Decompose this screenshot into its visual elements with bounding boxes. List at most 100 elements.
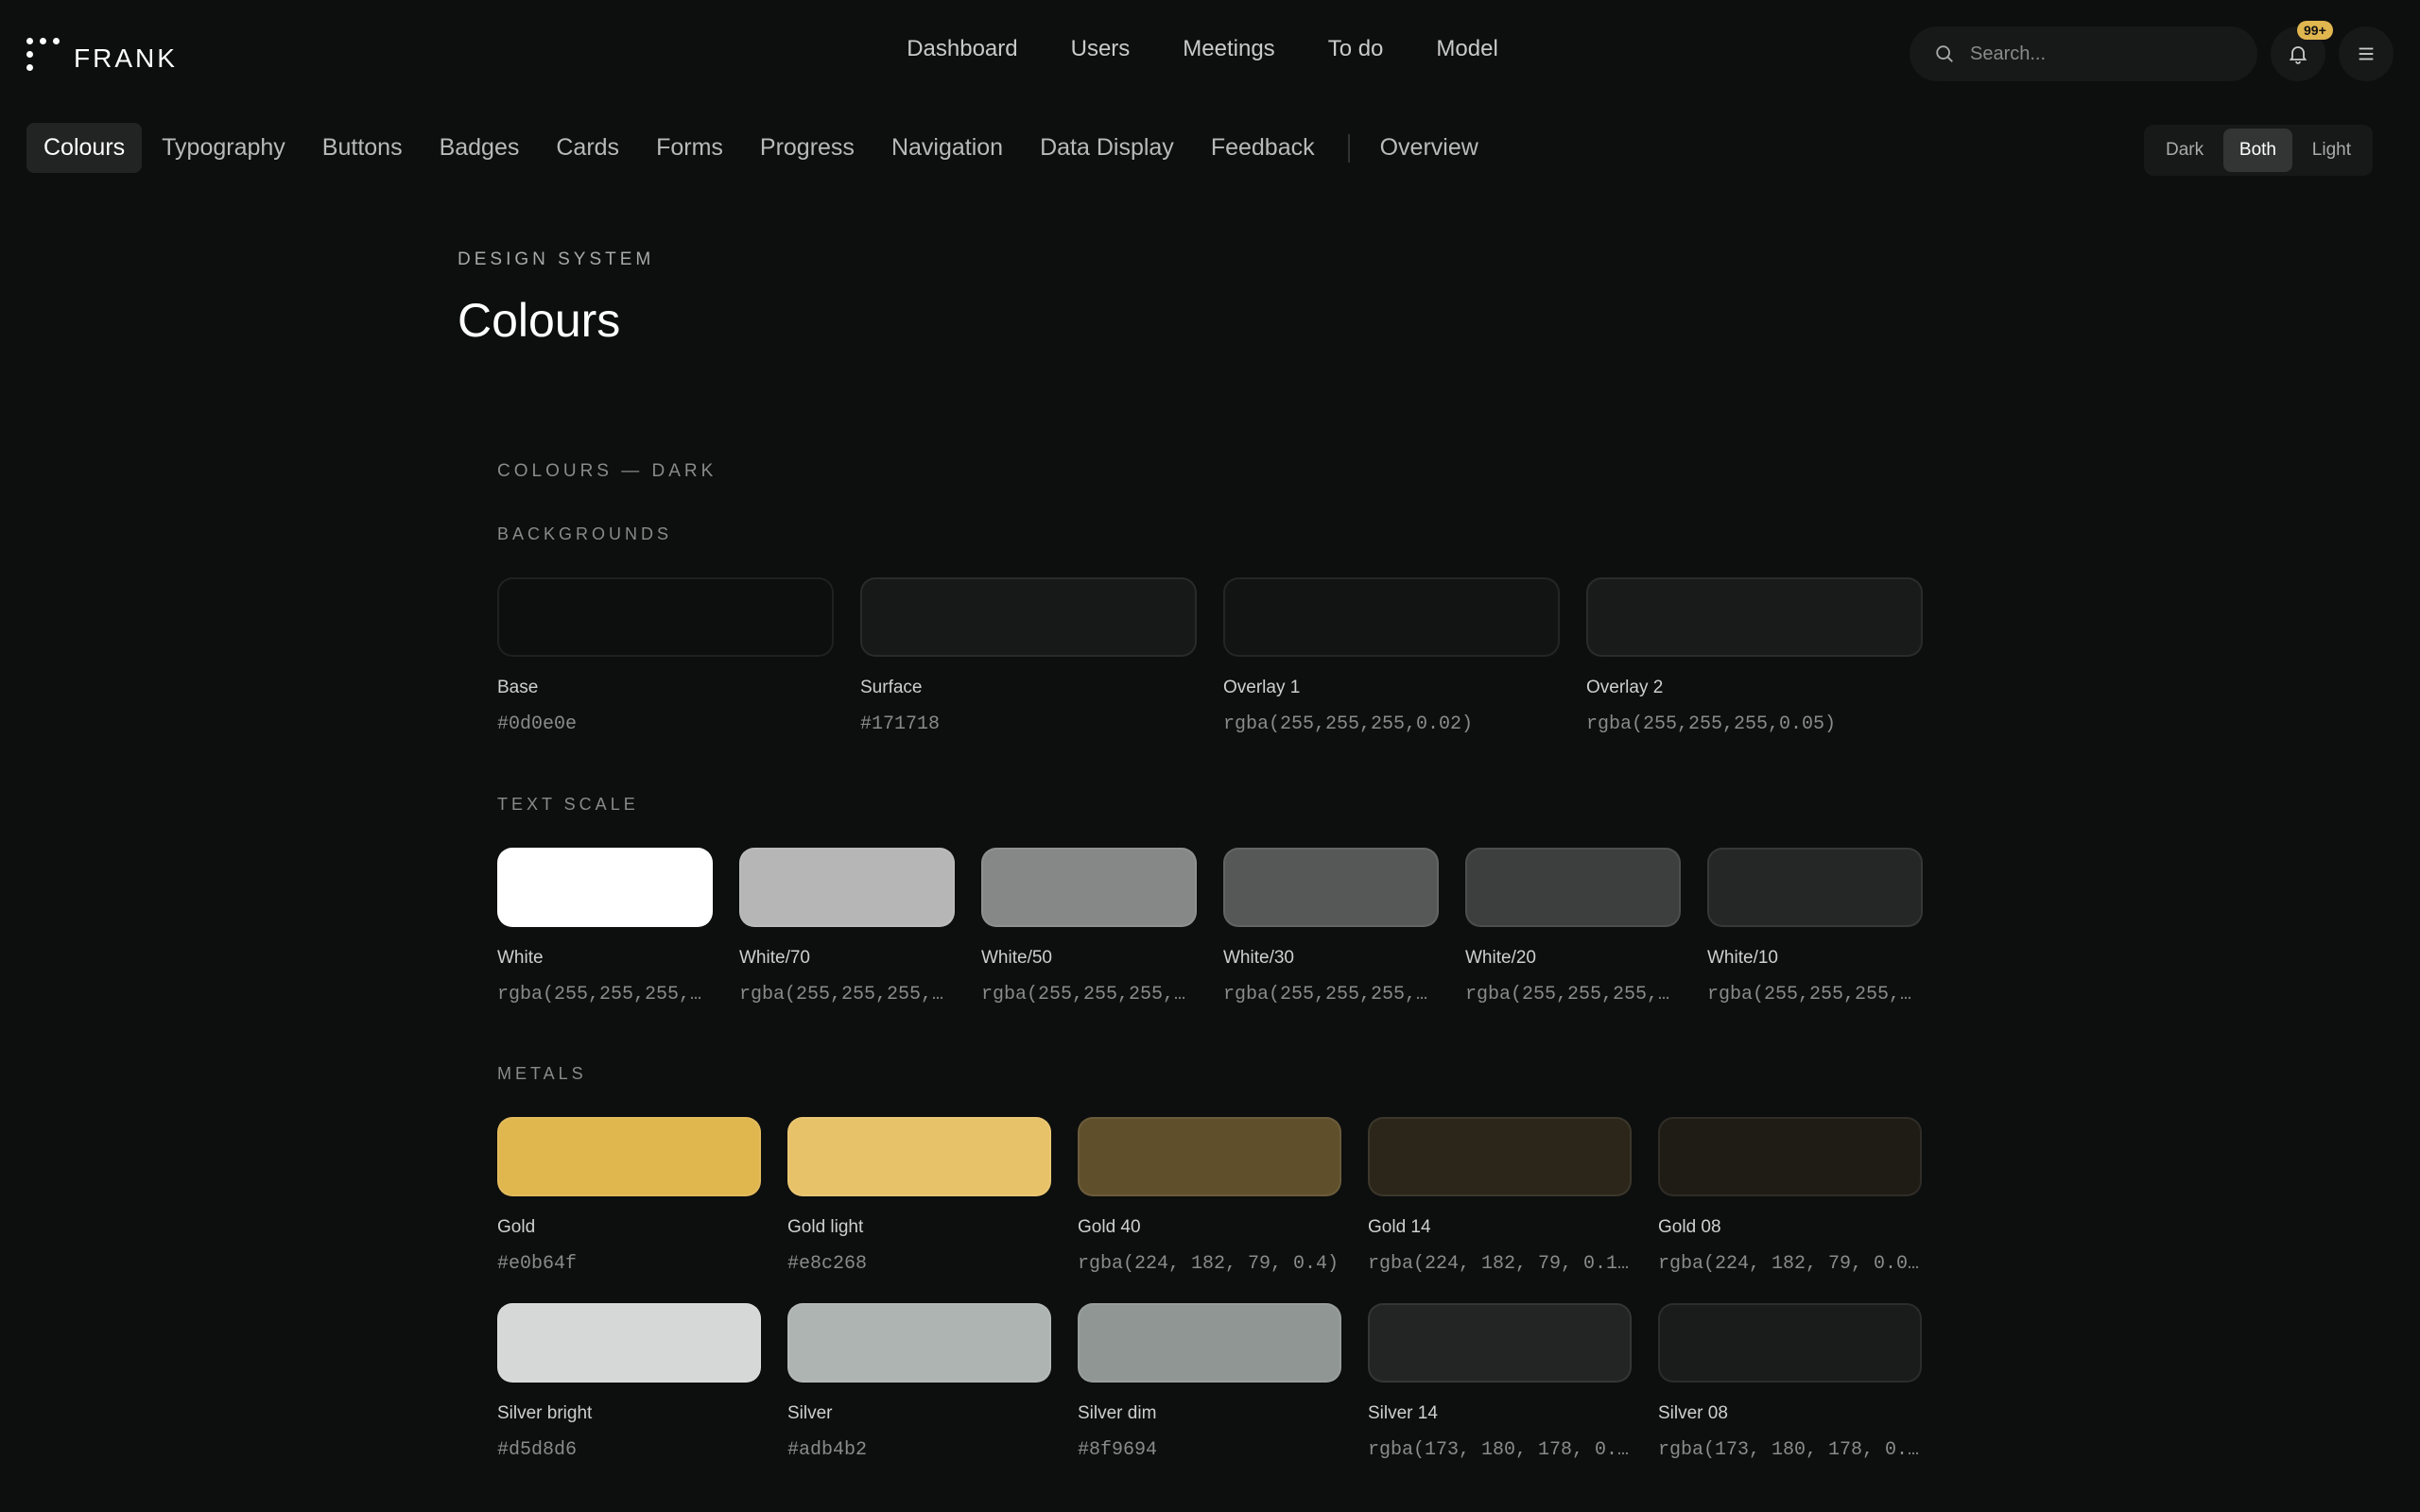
swatch-chip[interactable] xyxy=(1465,848,1681,927)
swatch-chip[interactable] xyxy=(1368,1117,1632,1196)
colour-swatch[interactable]: Silver 08 rgba(173, 180, 178, 0... xyxy=(1658,1303,1922,1461)
colour-swatch[interactable]: Gold light #e8c268 xyxy=(787,1117,1051,1275)
metals-gold-row: Gold #e0b64f Gold light #e8c268 Gold 40 rgba(… xyxy=(497,1117,1922,1275)
swatch-chip[interactable] xyxy=(1078,1117,1341,1196)
colour-swatch[interactable]: White/70 rgba(255,255,255,0... xyxy=(739,848,955,1005)
page-eyebrow: DESIGN SYSTEM xyxy=(458,249,655,269)
nav-model[interactable]: Model xyxy=(1436,36,1497,62)
tab-typography[interactable]: Typography xyxy=(145,123,302,173)
swatch-chip[interactable] xyxy=(1223,848,1439,927)
colour-swatch[interactable]: Overlay 1 rgba(255,255,255,0.02) xyxy=(1223,577,1560,735)
swatch-value: rgba(224, 182, 79, 0.1... xyxy=(1368,1253,1632,1275)
backgrounds-title: BACKGROUNDS xyxy=(497,524,673,543)
colour-swatch[interactable]: Silver #adb4b2 xyxy=(787,1303,1051,1461)
tab-forms[interactable]: Forms xyxy=(639,123,740,173)
theme-both-option[interactable]: Both xyxy=(2222,129,2292,172)
backgrounds-row: Base #0d0e0e Surface #171718 Overlay 1 rgba(2… xyxy=(497,577,1923,735)
swatch-chip[interactable] xyxy=(497,1303,761,1383)
colour-swatch[interactable]: Gold 40 rgba(224, 182, 79, 0.4) xyxy=(1078,1117,1341,1275)
swatch-chip[interactable] xyxy=(1368,1303,1632,1383)
swatch-chip[interactable] xyxy=(981,848,1197,927)
swatch-name: Silver dim xyxy=(1078,1403,1157,1423)
theme-toggle: Dark Both Light xyxy=(2144,125,2373,176)
swatch-value: #e0b64f xyxy=(497,1253,578,1275)
swatch-name: Silver 14 xyxy=(1368,1403,1438,1423)
swatch-name: White/10 xyxy=(1707,948,1778,968)
swatch-name: Gold 14 xyxy=(1368,1217,1431,1237)
nav-users[interactable]: Users xyxy=(1071,36,1131,62)
nav-meetings[interactable]: Meetings xyxy=(1183,36,1274,62)
swatch-chip[interactable] xyxy=(787,1117,1051,1196)
section-title: COLOURS — DARK xyxy=(497,461,717,481)
swatch-name: Gold 08 xyxy=(1658,1217,1721,1237)
colour-swatch[interactable]: White/20 rgba(255,255,255,0... xyxy=(1465,848,1681,1005)
swatch-chip[interactable] xyxy=(739,848,955,927)
notification-badge: 99+ xyxy=(2297,21,2333,40)
swatch-value: #0d0e0e xyxy=(497,713,578,735)
tab-badges[interactable]: Badges xyxy=(423,123,537,173)
swatch-chip[interactable] xyxy=(860,577,1197,657)
colour-swatch[interactable]: Gold #e0b64f xyxy=(497,1117,761,1275)
swatch-value: rgba(255,255,255,0... xyxy=(1223,984,1439,1005)
swatch-value: rgba(255,255,255,0.02) xyxy=(1223,713,1474,735)
tab-data-display[interactable]: Data Display xyxy=(1023,123,1191,173)
swatch-value: #171718 xyxy=(860,713,941,735)
subnav-divider xyxy=(1347,133,1350,163)
swatch-chip[interactable] xyxy=(1707,848,1923,927)
swatch-value: rgba(255,255,255,1... xyxy=(497,984,713,1005)
tab-cards[interactable]: Cards xyxy=(539,123,636,173)
swatch-name: Silver 08 xyxy=(1658,1403,1728,1423)
top-bar: FRANK Dashboard Users Meetings To do Mod… xyxy=(0,0,2420,106)
colour-swatch[interactable]: Silver bright #d5d8d6 xyxy=(497,1303,761,1461)
tab-progress[interactable]: Progress xyxy=(743,123,872,173)
swatch-name: White/70 xyxy=(739,948,810,968)
swatch-chip[interactable] xyxy=(497,577,834,657)
colour-swatch[interactable]: Gold 08 rgba(224, 182, 79, 0.0... xyxy=(1658,1117,1922,1275)
swatch-value: rgba(173, 180, 178, 0... xyxy=(1658,1439,1922,1461)
swatch-chip[interactable] xyxy=(1586,577,1923,657)
tab-buttons[interactable]: Buttons xyxy=(305,123,420,173)
hamburger-menu-icon xyxy=(2359,47,2374,60)
swatch-chip[interactable] xyxy=(497,848,713,927)
swatch-value: rgba(224, 182, 79, 0.0... xyxy=(1658,1253,1922,1275)
colour-swatch[interactable]: Silver dim #8f9694 xyxy=(1078,1303,1341,1461)
theme-light-option[interactable]: Light xyxy=(2296,129,2367,172)
subnav: Colours Typography Buttons Badges Cards … xyxy=(26,123,1498,173)
swatch-value: rgba(255,255,255,0... xyxy=(981,984,1197,1005)
colour-swatch[interactable]: Base #0d0e0e xyxy=(497,577,834,735)
swatch-name: Gold 40 xyxy=(1078,1217,1141,1237)
swatch-name: Surface xyxy=(860,678,923,697)
swatch-name: White/50 xyxy=(981,948,1052,968)
swatch-chip[interactable] xyxy=(1658,1117,1922,1196)
metals-title: METALS xyxy=(497,1064,587,1083)
colour-swatch[interactable]: Gold 14 rgba(224, 182, 79, 0.1... xyxy=(1368,1117,1632,1275)
nav-todo[interactable]: To do xyxy=(1328,36,1384,62)
swatch-name: Base xyxy=(497,678,539,697)
colour-swatch[interactable]: White/30 rgba(255,255,255,0... xyxy=(1223,848,1439,1005)
tab-navigation[interactable]: Navigation xyxy=(874,123,1020,173)
tab-colours[interactable]: Colours xyxy=(26,123,143,173)
tab-overview[interactable]: Overview xyxy=(1363,123,1495,173)
menu-button[interactable] xyxy=(2339,26,2394,81)
search-box[interactable] xyxy=(1910,26,2257,81)
colour-swatch[interactable]: Silver 14 rgba(173, 180, 178, 0... xyxy=(1368,1303,1632,1461)
search-input[interactable] xyxy=(1968,42,2237,66)
swatch-chip[interactable] xyxy=(1658,1303,1922,1383)
swatch-chip[interactable] xyxy=(1078,1303,1341,1383)
theme-dark-option[interactable]: Dark xyxy=(2150,129,2220,172)
tab-feedback[interactable]: Feedback xyxy=(1194,123,1332,173)
swatch-name: White xyxy=(497,948,544,968)
swatch-chip[interactable] xyxy=(497,1117,761,1196)
text-scale-title: TEXT SCALE xyxy=(497,795,639,814)
swatch-chip[interactable] xyxy=(787,1303,1051,1383)
swatch-chip[interactable] xyxy=(1223,577,1560,657)
colour-swatch[interactable]: White/10 rgba(255,255,255,0... xyxy=(1707,848,1923,1005)
nav-dashboard[interactable]: Dashboard xyxy=(907,36,1017,62)
colour-swatch[interactable]: White rgba(255,255,255,1... xyxy=(497,848,713,1005)
colour-swatch[interactable]: Surface #171718 xyxy=(860,577,1197,735)
colour-swatch[interactable]: Overlay 2 rgba(255,255,255,0.05) xyxy=(1586,577,1923,735)
swatch-value: #e8c268 xyxy=(787,1253,868,1275)
swatch-value: rgba(255,255,255,0... xyxy=(1465,984,1681,1005)
colour-swatch[interactable]: White/50 rgba(255,255,255,0... xyxy=(981,848,1197,1005)
swatch-name: Overlay 1 xyxy=(1223,678,1301,697)
